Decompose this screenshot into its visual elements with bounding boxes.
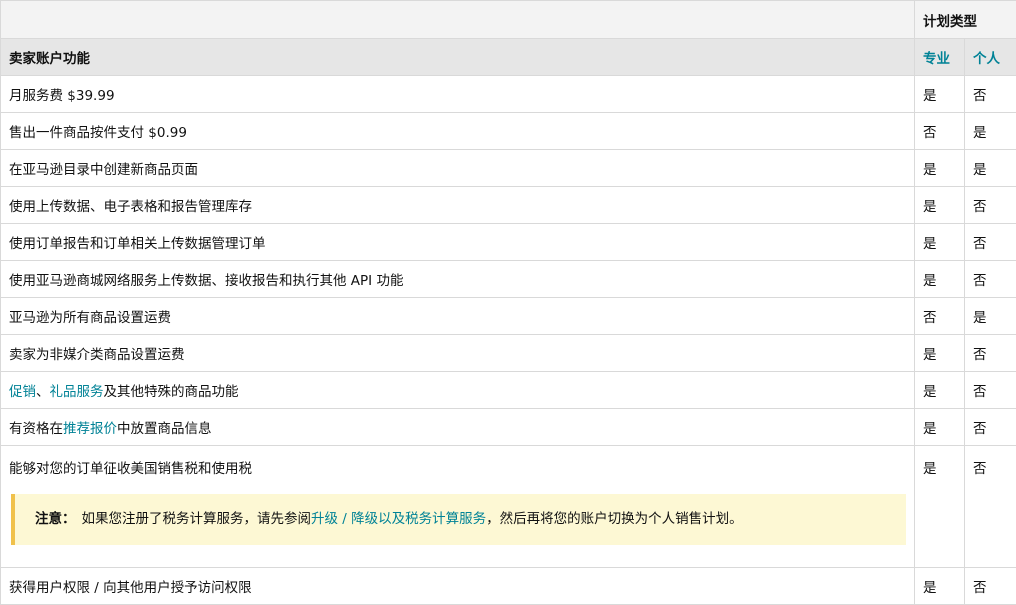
feature-cell: 能够对您的订单征收美国销售税和使用税 注意： 如果您注册了税务计算服务，请先参阅升… bbox=[1, 446, 915, 568]
table-row: 在亚马逊目录中创建新商品页面 是 是 bbox=[1, 150, 1016, 187]
feature-cell: 卖家为非媒介类商品设置运费 bbox=[1, 335, 915, 372]
note-text: 如果您注册了税务计算服务，请先参阅 bbox=[82, 511, 312, 527]
note-label: 注意： bbox=[35, 511, 76, 527]
table-row: 卖家为非媒介类商品设置运费 是 否 bbox=[1, 335, 1016, 372]
pro-value-cell: 是 bbox=[915, 150, 965, 187]
table-row: 能够对您的订单征收美国销售税和使用税 注意： 如果您注册了税务计算服务，请先参阅升… bbox=[1, 446, 1016, 568]
empty-header-cell bbox=[1, 1, 915, 39]
feature-cell: 在亚马逊目录中创建新商品页面 bbox=[1, 150, 915, 187]
pro-value-cell: 是 bbox=[915, 568, 965, 605]
table-row: 使用亚马逊商城网络服务上传数据、接收报告和执行其他 API 功能 是 否 bbox=[1, 261, 1016, 298]
feature-cell: 使用上传数据、电子表格和报告管理库存 bbox=[1, 187, 915, 224]
plan-comparison-table: 计划类型 卖家账户功能 专业 个人 月服务费 $39.99 是 否 售出一件商品… bbox=[0, 0, 1016, 605]
table-row: 亚马逊为所有商品设置运费 否 是 bbox=[1, 298, 1016, 335]
pro-value-cell: 是 bbox=[915, 372, 965, 409]
note-text: ，然后再将您的账户切换为个人销售计划。 bbox=[486, 511, 743, 527]
table-row: 使用订单报告和订单相关上传数据管理订单 是 否 bbox=[1, 224, 1016, 261]
individual-value-cell: 否 bbox=[965, 372, 1016, 409]
features-header: 卖家账户功能 bbox=[1, 39, 915, 76]
featured-offer-link[interactable]: 推荐报价 bbox=[63, 421, 117, 437]
individual-value-cell: 否 bbox=[965, 187, 1016, 224]
pro-value-cell: 是 bbox=[915, 224, 965, 261]
table-row: 获得用户权限 / 向其他用户授予访问权限 是 否 bbox=[1, 568, 1016, 605]
individual-value-cell: 否 bbox=[965, 76, 1016, 113]
feature-cell: 获得用户权限 / 向其他用户授予访问权限 bbox=[1, 568, 915, 605]
individual-value-cell: 否 bbox=[965, 568, 1016, 605]
table-row: 有资格在推荐报价中放置商品信息 是 否 bbox=[1, 409, 1016, 446]
individual-value-cell: 否 bbox=[965, 446, 1016, 568]
feature-cell: 有资格在推荐报价中放置商品信息 bbox=[1, 409, 915, 446]
pro-value-cell: 是 bbox=[915, 335, 965, 372]
table-row: 促销、礼品服务及其他特殊的商品功能 是 否 bbox=[1, 372, 1016, 409]
table-row: 月服务费 $39.99 是 否 bbox=[1, 76, 1016, 113]
individual-value-cell: 是 bbox=[965, 150, 1016, 187]
promotions-link[interactable]: 促销 bbox=[9, 384, 36, 400]
pro-value-cell: 是 bbox=[915, 261, 965, 298]
feature-cell: 月服务费 $39.99 bbox=[1, 76, 915, 113]
feature-text: 及其他特殊的商品功能 bbox=[104, 384, 239, 400]
separator-text: 、 bbox=[36, 384, 50, 400]
feature-text: 有资格在 bbox=[9, 421, 63, 437]
individual-value-cell: 否 bbox=[965, 335, 1016, 372]
individual-value-cell: 否 bbox=[965, 224, 1016, 261]
pro-value-cell: 是 bbox=[915, 76, 965, 113]
individual-plan-header: 个人 bbox=[965, 39, 1016, 76]
individual-value-cell: 否 bbox=[965, 409, 1016, 446]
individual-value-cell: 是 bbox=[965, 113, 1016, 150]
feature-cell: 促销、礼品服务及其他特殊的商品功能 bbox=[1, 372, 915, 409]
tax-note-box: 注意： 如果您注册了税务计算服务，请先参阅升级 / 降级以及税务计算服务，然后再将… bbox=[11, 494, 906, 545]
feature-cell: 亚马逊为所有商品设置运费 bbox=[1, 298, 915, 335]
column-header-row: 卖家账户功能 专业 个人 bbox=[1, 39, 1016, 76]
pro-plan-header: 专业 bbox=[915, 39, 965, 76]
feature-cell: 使用亚马逊商城网络服务上传数据、接收报告和执行其他 API 功能 bbox=[1, 261, 915, 298]
feature-cell: 售出一件商品按件支付 $0.99 bbox=[1, 113, 915, 150]
table-row: 使用上传数据、电子表格和报告管理库存 是 否 bbox=[1, 187, 1016, 224]
pro-value-cell: 是 bbox=[915, 409, 965, 446]
feature-cell: 使用订单报告和订单相关上传数据管理订单 bbox=[1, 224, 915, 261]
table-row: 售出一件商品按件支付 $0.99 否 是 bbox=[1, 113, 1016, 150]
plan-type-header-row: 计划类型 bbox=[1, 1, 1016, 39]
pro-value-cell: 是 bbox=[915, 187, 965, 224]
plan-type-header: 计划类型 bbox=[915, 1, 1016, 39]
individual-value-cell: 否 bbox=[965, 261, 1016, 298]
tax-service-link[interactable]: 升级 / 降级以及税务计算服务 bbox=[311, 511, 486, 527]
pro-value-cell: 是 bbox=[915, 446, 965, 568]
pro-value-cell: 否 bbox=[915, 298, 965, 335]
feature-text: 中放置商品信息 bbox=[117, 421, 212, 437]
pro-value-cell: 否 bbox=[915, 113, 965, 150]
feature-text: 能够对您的订单征收美国销售税和使用税 bbox=[9, 457, 906, 477]
individual-value-cell: 是 bbox=[965, 298, 1016, 335]
gift-services-link[interactable]: 礼品服务 bbox=[50, 384, 104, 400]
